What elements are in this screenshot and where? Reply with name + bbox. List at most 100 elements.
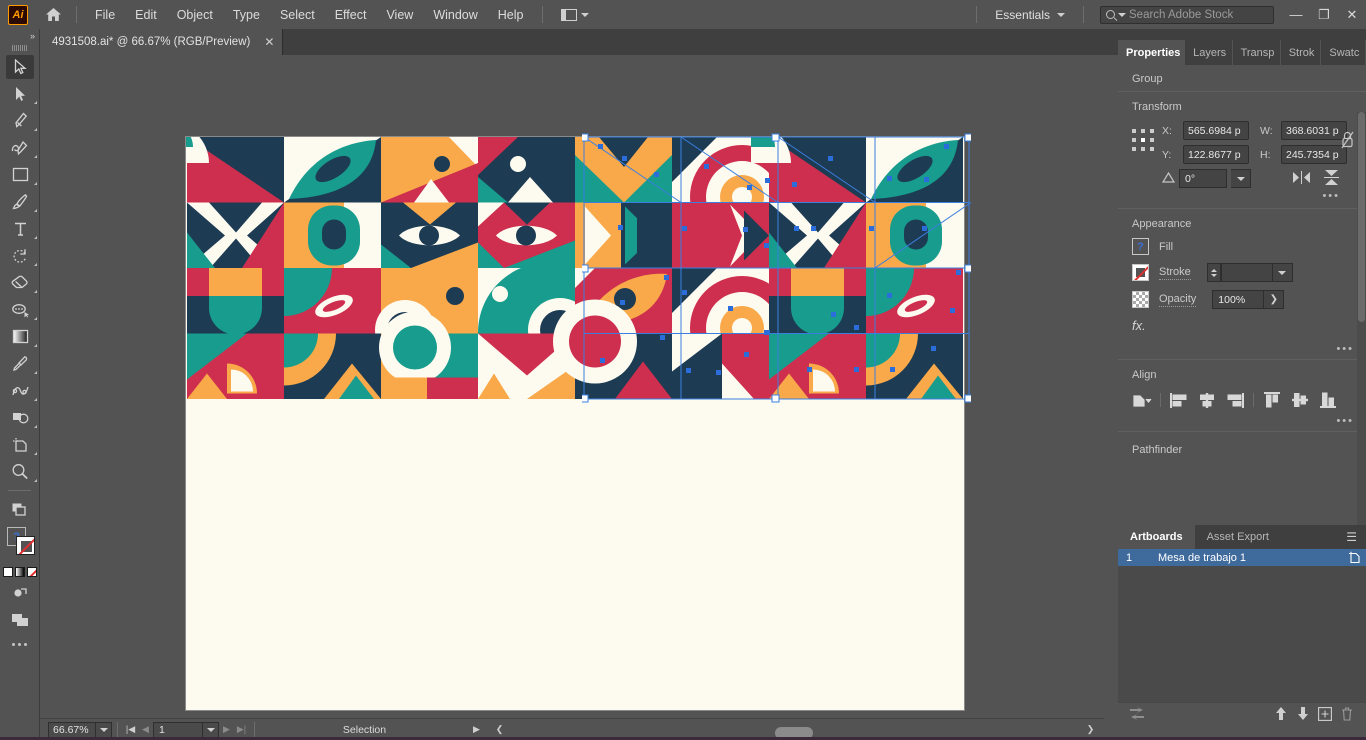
opacity-swatch[interactable] <box>1132 291 1149 308</box>
tool-curvature[interactable] <box>0 134 40 161</box>
tab-swatches[interactable]: Swatc <box>1321 40 1366 65</box>
scroll-left-icon[interactable]: ❮ <box>492 722 507 738</box>
toolbar-grip[interactable] <box>0 43 39 53</box>
menu-effect[interactable]: Effect <box>325 4 377 26</box>
tool-draw-modes[interactable] <box>0 579 40 606</box>
panel-scroll-thumb[interactable] <box>1358 112 1365 322</box>
home-icon[interactable] <box>38 0 68 29</box>
menu-select[interactable]: Select <box>270 4 325 26</box>
gradient-button[interactable] <box>14 567 25 577</box>
align-top-icon[interactable] <box>1262 391 1282 409</box>
tool-paintbrush[interactable] <box>0 188 40 215</box>
artboard-list-item[interactable]: 1 Mesa de trabajo 1 <box>1118 549 1366 566</box>
close-button[interactable]: ✕ <box>1338 0 1366 29</box>
fx-button[interactable]: fx. <box>1118 313 1366 341</box>
tab-asset-export[interactable]: Asset Export <box>1195 525 1281 549</box>
stroke-color-swatch[interactable] <box>1132 264 1149 281</box>
menu-file[interactable]: File <box>85 4 125 26</box>
maximize-button[interactable]: ❐ <box>1310 0 1338 29</box>
zoom-dropdown-button[interactable] <box>96 721 112 738</box>
status-menu-icon[interactable]: ▶ <box>469 722 484 738</box>
rotation-angle-field[interactable]: 0° <box>1179 169 1227 188</box>
stroke-label[interactable]: Stroke <box>1159 266 1191 280</box>
toolbar-more-tools-button[interactable] <box>0 633 39 655</box>
tab-layers[interactable]: Layers <box>1185 40 1233 65</box>
next-artboard-button[interactable]: ▶ <box>219 722 234 738</box>
align-left-icon[interactable] <box>1169 391 1189 409</box>
tool-selection[interactable] <box>0 53 40 80</box>
tool-screen-mode[interactable] <box>0 606 40 633</box>
geometric-pattern-artwork[interactable] <box>186 137 964 399</box>
align-right-icon[interactable] <box>1225 391 1245 409</box>
align-more-options-button[interactable]: ••• <box>1118 413 1366 431</box>
align-horizontal-center-icon[interactable] <box>1197 391 1217 409</box>
tab-properties[interactable]: Properties <box>1118 40 1186 65</box>
artboard-dropdown-button[interactable] <box>203 721 219 738</box>
last-artboard-button[interactable]: ▶| <box>234 722 249 738</box>
tab-artboards[interactable]: Artboards <box>1118 525 1195 549</box>
artboard-canvas[interactable] <box>186 133 973 710</box>
tool-eyedropper[interactable] <box>0 350 40 377</box>
scroll-right-icon[interactable]: ❯ <box>1083 722 1098 738</box>
stroke-weight-dropdown[interactable] <box>1272 263 1293 282</box>
fill-color-swatch[interactable]: ? <box>1132 238 1149 255</box>
stroke-weight-field[interactable] <box>1220 263 1273 282</box>
artboard-options-icon[interactable] <box>1342 551 1366 564</box>
search-input[interactable] <box>1129 8 1283 21</box>
angle-dropdown-button[interactable] <box>1231 169 1251 188</box>
panel-menu-icon[interactable]: ☰ <box>1337 530 1366 544</box>
canvas-area[interactable] <box>40 55 1104 718</box>
menu-window[interactable]: Window <box>423 4 487 26</box>
tool-pen[interactable] <box>0 107 40 134</box>
tool-eraser[interactable] <box>0 269 40 296</box>
none-button[interactable] <box>26 567 37 577</box>
menu-view[interactable]: View <box>376 4 423 26</box>
appearance-more-options-button[interactable]: ••• <box>1118 341 1366 359</box>
adobe-stock-search[interactable] <box>1100 5 1283 24</box>
move-down-icon[interactable] <box>1292 705 1314 723</box>
tool-rotate[interactable] <box>0 242 40 269</box>
align-bottom-icon[interactable] <box>1318 391 1338 409</box>
align-to-icon[interactable] <box>1132 391 1152 409</box>
transform-more-options-button[interactable]: ••• <box>1132 188 1352 206</box>
workspace-switcher[interactable]: Essentials <box>985 8 1075 22</box>
w-field[interactable]: 368.6031 p <box>1281 121 1347 140</box>
stroke-swatch[interactable] <box>16 536 35 555</box>
align-vertical-center-icon[interactable] <box>1290 391 1310 409</box>
tool-blend[interactable] <box>0 377 40 404</box>
prev-artboard-button[interactable]: ◀ <box>138 722 153 738</box>
y-field[interactable]: 122.8677 p <box>1183 145 1249 164</box>
lock-proportions-icon[interactable] <box>1341 131 1354 152</box>
flip-vertical-icon[interactable] <box>1324 169 1339 188</box>
color-button[interactable] <box>2 567 13 577</box>
flip-horizontal-icon[interactable] <box>1293 170 1310 187</box>
artboard-number-field[interactable]: 1 <box>153 721 203 738</box>
tool-type[interactable] <box>0 215 40 242</box>
menu-object[interactable]: Object <box>167 4 223 26</box>
close-icon[interactable]: ✕ <box>264 35 274 49</box>
x-field[interactable]: 565.6984 p <box>1183 121 1249 140</box>
document-tab[interactable]: 4931508.ai* @ 66.67% (RGB/Preview) ✕ <box>40 29 284 55</box>
new-artboard-icon[interactable] <box>1314 705 1336 723</box>
menu-edit[interactable]: Edit <box>125 4 167 26</box>
zoom-level-field[interactable]: 66.67% <box>48 721 96 738</box>
tab-stroke[interactable]: Strok <box>1281 40 1322 65</box>
artboards-list[interactable]: 1 Mesa de trabajo 1 <box>1118 549 1366 724</box>
arrange-documents-button[interactable] <box>555 6 595 24</box>
delete-artboard-icon[interactable] <box>1336 705 1358 723</box>
panel-scrollbar[interactable] <box>1357 112 1366 552</box>
rearrange-artboards-icon[interactable] <box>1126 705 1148 723</box>
tool-shape-builder[interactable] <box>0 404 40 431</box>
tool-gradient[interactable] <box>0 323 40 350</box>
tool-rectangle[interactable] <box>0 161 40 188</box>
opacity-options-button[interactable]: ❯ <box>1264 290 1285 309</box>
minimize-button[interactable]: — <box>1282 0 1310 29</box>
opacity-label[interactable]: Opacity <box>1159 293 1197 307</box>
tool-lasso[interactable] <box>0 296 40 323</box>
h-field[interactable]: 245.7354 p <box>1281 145 1347 164</box>
collapse-toolbar-button[interactable]: » <box>0 29 39 43</box>
reference-point-selector[interactable] <box>1132 129 1154 151</box>
tool-direct-selection[interactable] <box>0 80 40 107</box>
stroke-weight-stepper[interactable] <box>1206 263 1221 282</box>
tool-change-screen-mode[interactable] <box>0 496 40 523</box>
